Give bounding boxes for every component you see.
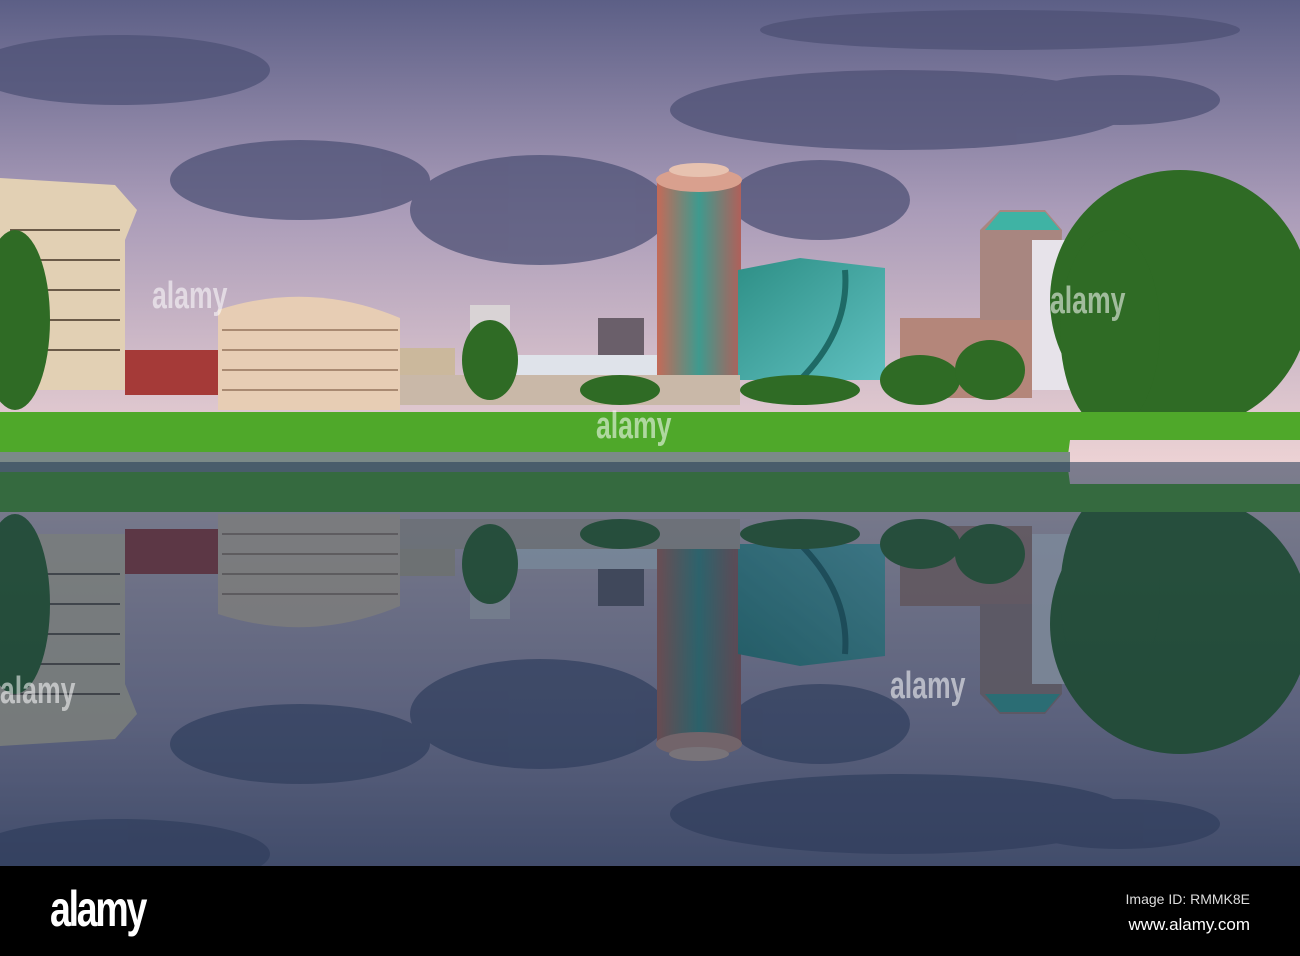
watermark-overlay: alamy bbox=[890, 665, 966, 707]
site-url: www.alamy.com bbox=[1128, 915, 1250, 934]
watermark-footer: alamy Image ID: RMMK8E www.alamy.com bbox=[0, 866, 1300, 956]
watermark-overlay: alamy bbox=[1050, 280, 1126, 322]
watermark-overlay: alamy bbox=[0, 670, 76, 712]
watermark-overlay: alamy bbox=[596, 405, 672, 447]
image-id: Image ID: RMMK8E bbox=[1125, 891, 1250, 907]
watermark-overlay: alamy bbox=[152, 275, 228, 317]
stock-photo: alamy alamy alamy alamy alamy alamy Imag… bbox=[0, 0, 1300, 956]
alamy-logo: alamy bbox=[50, 881, 147, 937]
